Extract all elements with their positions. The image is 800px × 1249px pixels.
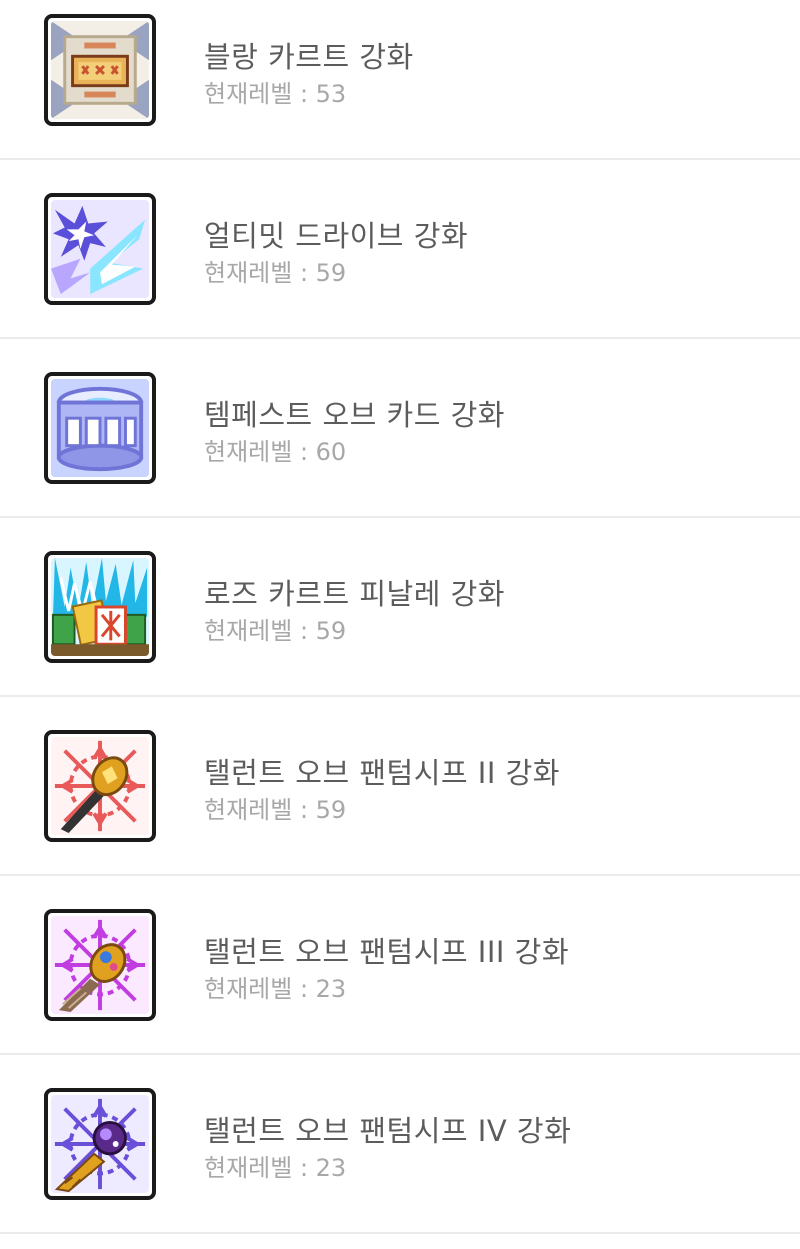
talent-of-phantom-thief-3-icon <box>51 916 149 1014</box>
skill-level: 현재레벨 : 23 <box>204 1154 347 1182</box>
list-item[interactable]: 로즈 카르트 피날레 강화 현재레벨 : 59 <box>0 518 800 697</box>
tempest-of-card-icon <box>51 379 149 477</box>
skill-title: 탤런트 오브 팬텀시프 III 강화 <box>204 935 570 969</box>
skill-title: 탤런트 오브 팬텀시프 IV 강화 <box>204 1114 572 1148</box>
skill-level: 현재레벨 : 23 <box>204 975 347 1003</box>
list-item[interactable]: 탤런트 오브 팬텀시프 II 강화 현재레벨 : 59 <box>0 697 800 876</box>
skill-icon-frame <box>44 909 156 1021</box>
skill-icon-frame <box>44 551 156 663</box>
blanc-carte-icon <box>51 21 149 119</box>
list-item[interactable]: 블랑 카르트 강화 현재레벨 : 53 <box>0 0 800 160</box>
skill-icon-frame <box>44 193 156 305</box>
skill-level: 현재레벨 : 60 <box>204 438 347 466</box>
skill-level: 현재레벨 : 53 <box>204 80 347 108</box>
rose-carte-finale-icon <box>51 558 149 656</box>
skill-icon-frame <box>44 730 156 842</box>
skill-enhancement-list: 블랑 카르트 강화 현재레벨 : 53 얼티밋 드라이브 강화 현재레벨 : 5… <box>0 0 800 1234</box>
skill-title: 블랑 카르트 강화 <box>204 40 414 74</box>
skill-icon-frame <box>44 1088 156 1200</box>
list-item[interactable]: 탤런트 오브 팬텀시프 IV 강화 현재레벨 : 23 <box>0 1055 800 1234</box>
skill-level: 현재레벨 : 59 <box>204 796 347 824</box>
skill-level: 현재레벨 : 59 <box>204 617 347 645</box>
skill-title: 얼티밋 드라이브 강화 <box>204 219 469 253</box>
list-item[interactable]: 템페스트 오브 카드 강화 현재레벨 : 60 <box>0 339 800 518</box>
skill-icon-frame <box>44 14 156 126</box>
skill-icon-frame <box>44 372 156 484</box>
talent-of-phantom-thief-4-icon <box>51 1095 149 1193</box>
skill-title: 탤런트 오브 팬텀시프 II 강화 <box>204 756 560 790</box>
skill-title: 템페스트 오브 카드 강화 <box>204 398 505 432</box>
list-item[interactable]: 탤런트 오브 팬텀시프 III 강화 현재레벨 : 23 <box>0 876 800 1055</box>
ultimate-drive-icon <box>51 200 149 298</box>
list-item[interactable]: 얼티밋 드라이브 강화 현재레벨 : 59 <box>0 160 800 339</box>
talent-of-phantom-thief-2-icon <box>51 737 149 835</box>
skill-title: 로즈 카르트 피날레 강화 <box>204 577 505 611</box>
skill-level: 현재레벨 : 59 <box>204 259 347 287</box>
